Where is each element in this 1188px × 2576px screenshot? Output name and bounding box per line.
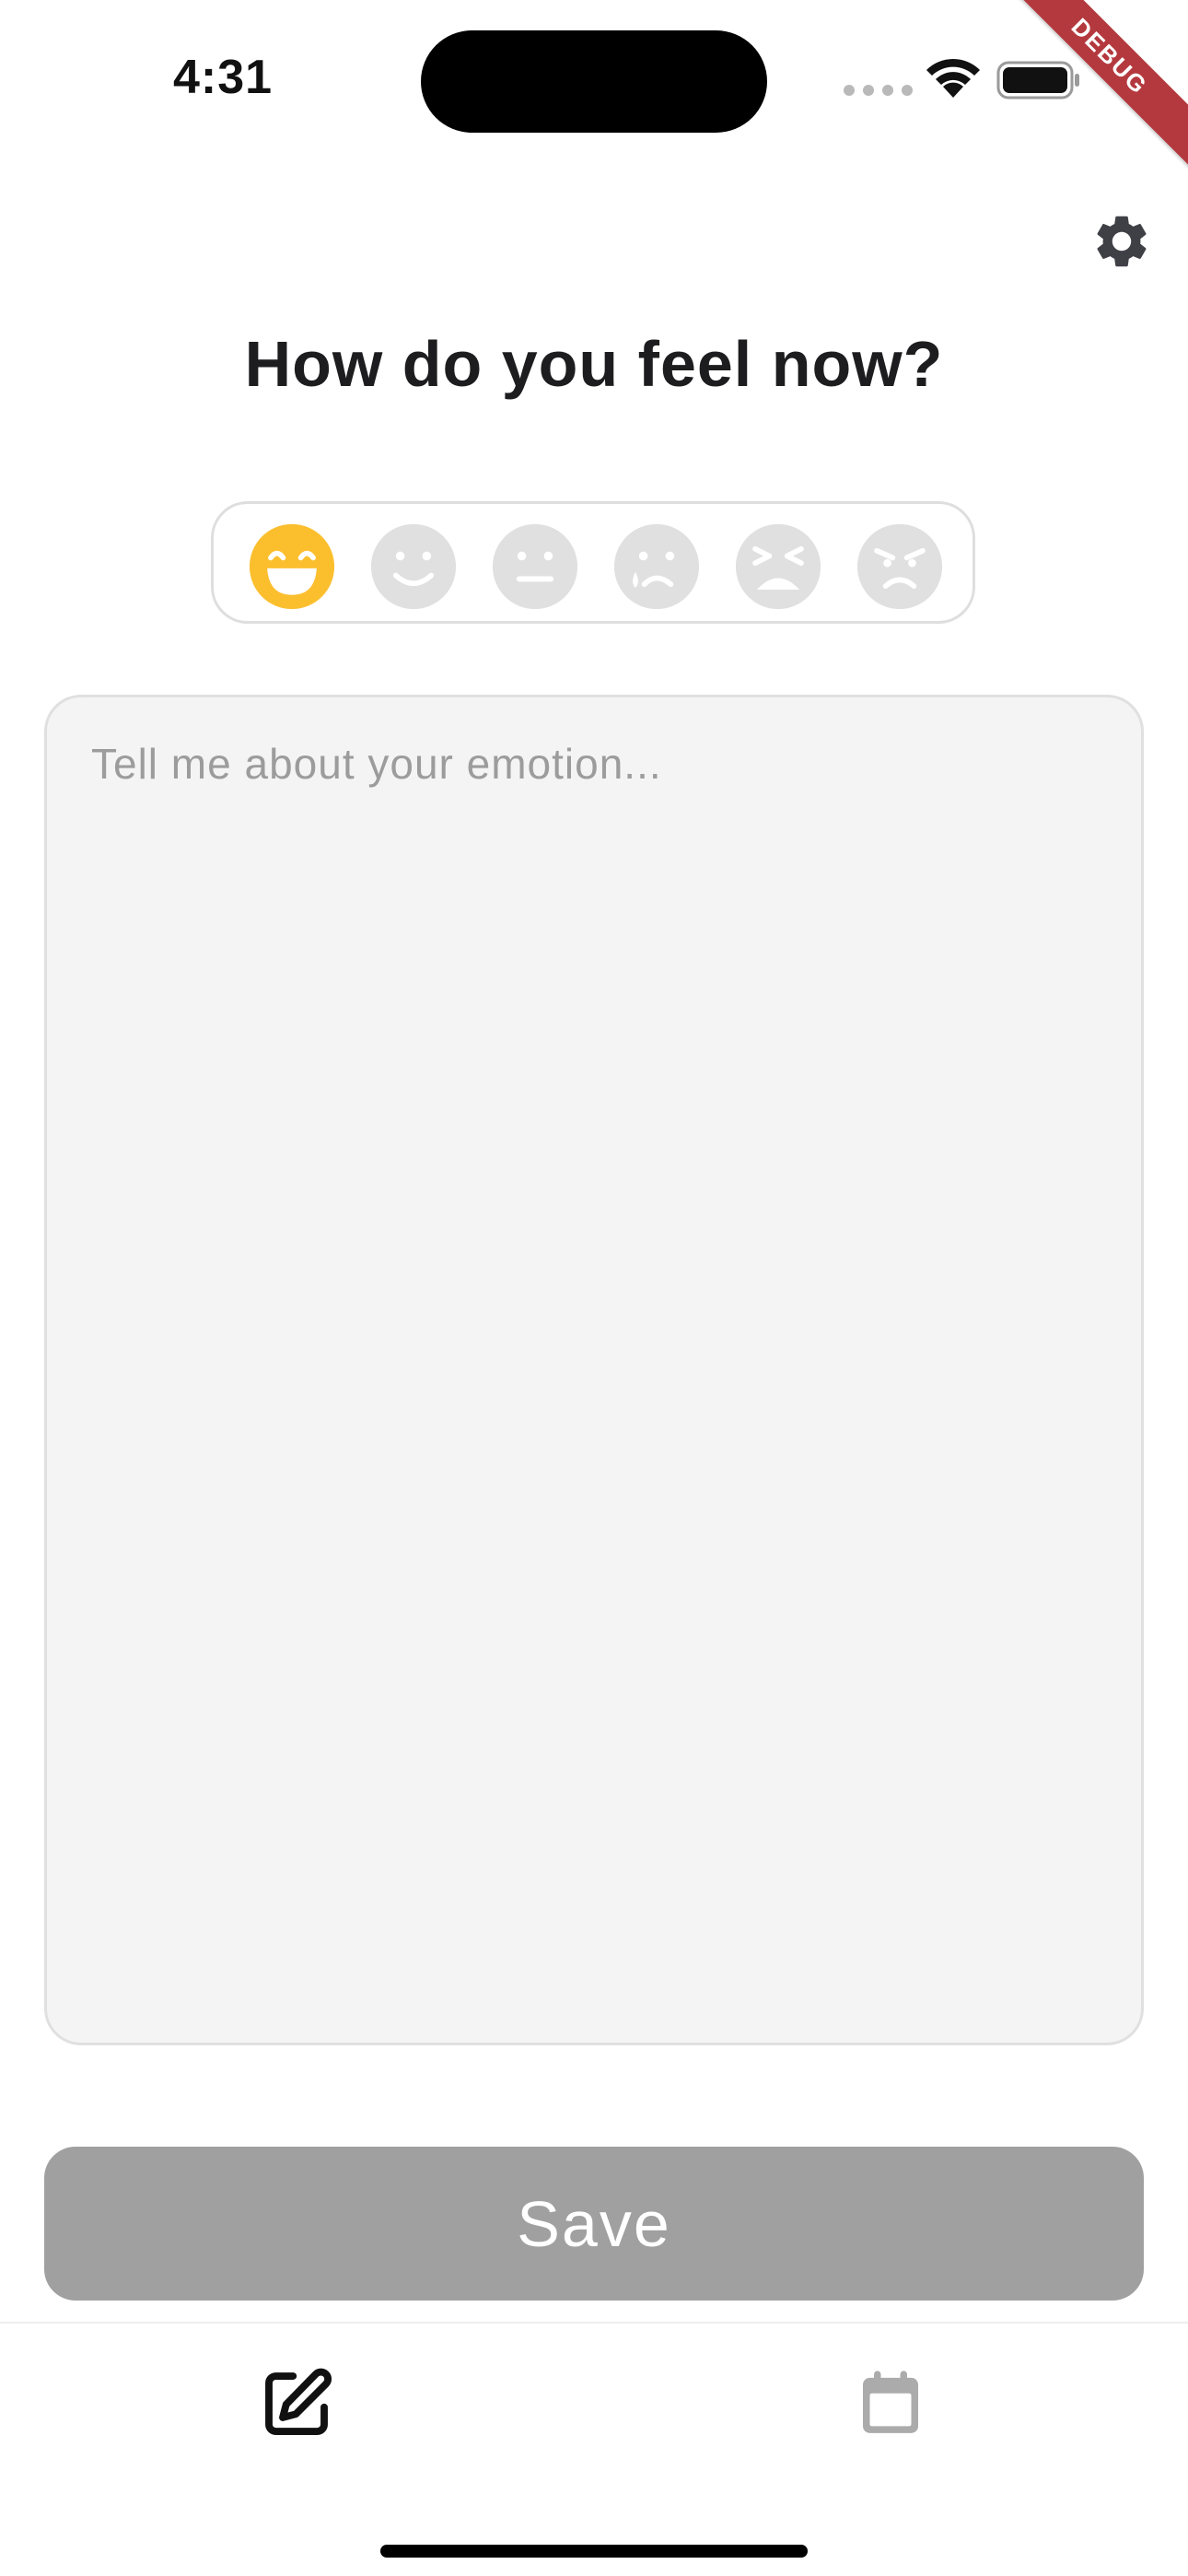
bottom-nav (0, 2322, 1188, 2576)
mood-picker (211, 501, 975, 624)
screen: 4:31 DEBUG How do you feel now? Tell me … (0, 0, 1188, 2576)
smiling-face-icon[interactable] (369, 522, 458, 611)
home-indicator (380, 2545, 808, 2558)
angry-face-icon[interactable] (856, 522, 944, 611)
crying-face-icon[interactable] (612, 522, 701, 611)
battery-icon (996, 61, 1079, 100)
status-icons (840, 55, 1081, 107)
page-title: How do you feel now? (244, 328, 944, 400)
tired-face-icon[interactable] (734, 522, 822, 611)
status-time: 4:31 (173, 51, 274, 104)
cellular-signal-icon (844, 85, 913, 96)
calendar-icon[interactable] (849, 2362, 932, 2445)
emotion-input[interactable] (91, 734, 1095, 2006)
edit-icon[interactable] (255, 2362, 338, 2445)
grinning-face-icon[interactable] (248, 522, 336, 611)
save-button[interactable]: Save (44, 2147, 1144, 2301)
gear-icon[interactable] (1090, 210, 1153, 273)
emotion-input-container (44, 695, 1144, 2045)
neutral-face-icon[interactable] (491, 522, 579, 611)
dynamic-island (421, 30, 767, 133)
wifi-icon (926, 58, 980, 98)
